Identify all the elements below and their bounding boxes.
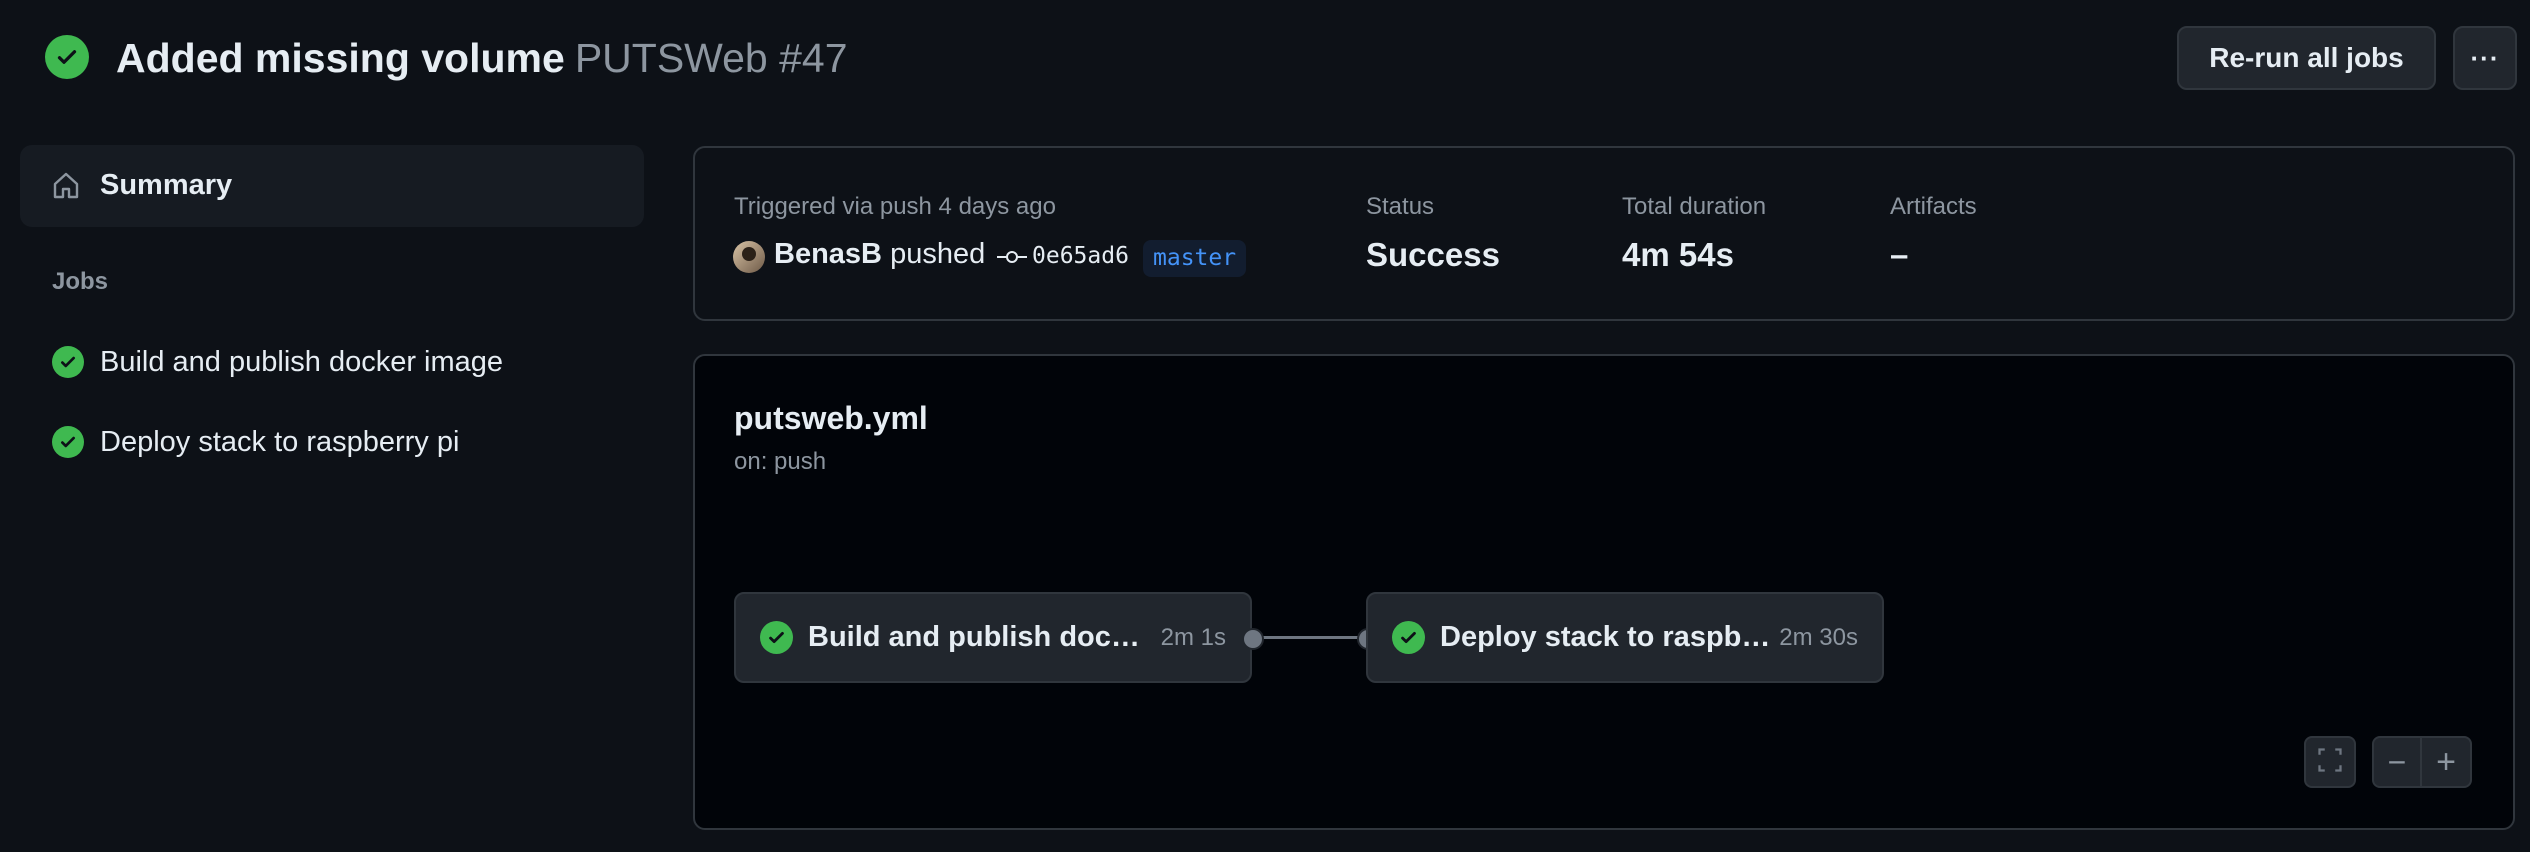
check-circle-icon: [760, 621, 793, 654]
run-title: Added missing volume: [116, 35, 565, 81]
sidebar-job-build[interactable]: Build and publish docker image: [20, 330, 644, 394]
zoom-out-icon: −: [2387, 744, 2407, 780]
jobs-heading: Jobs: [52, 268, 109, 295]
git-commit-icon: [997, 247, 1027, 272]
duration-value: 4m 54s: [1622, 236, 1734, 273]
sidebar-job-label: Deploy stack to raspberry pi: [100, 426, 460, 458]
graph-node-build[interactable]: Build and publish docker image 2m 1s: [734, 592, 1252, 683]
fullscreen-button[interactable]: [2304, 736, 2356, 788]
check-circle-icon: [52, 346, 84, 378]
push-action: pushed: [890, 238, 986, 270]
artifacts-label: Artifacts: [1890, 193, 1977, 220]
graph-node-duration: 2m 30s: [1779, 624, 1858, 651]
zoom-in-button[interactable]: +: [2420, 736, 2472, 788]
check-circle-icon: [52, 426, 84, 458]
workflow-file-name[interactable]: putsweb.yml: [734, 400, 928, 437]
sidebar-job-deploy[interactable]: Deploy stack to raspberry pi: [20, 410, 644, 474]
fullscreen-icon: [2316, 746, 2344, 779]
graph-node-duration: 2m 1s: [1160, 624, 1226, 651]
more-options-button[interactable]: ···: [2453, 26, 2517, 90]
home-icon: [50, 169, 82, 206]
sidebar-item-summary[interactable]: Summary: [20, 145, 644, 227]
graph-out-port: [1242, 628, 1264, 650]
status-label: Status: [1366, 193, 1435, 220]
triggered-text: Triggered via push 4 days ago: [734, 193, 1056, 220]
graph-node-deploy[interactable]: Deploy stack to raspberry pi 2m 30s: [1366, 592, 1884, 683]
status-value: Success: [1366, 236, 1500, 273]
pusher-text: BenasB pushed: [774, 238, 985, 271]
zoom-in-icon: +: [2436, 743, 2456, 781]
workflow-run-ref: PUTSWeb #47: [574, 35, 848, 81]
pusher-username[interactable]: BenasB: [774, 238, 882, 270]
kebab-horizontal-icon: ···: [2470, 42, 2500, 73]
branch-badge[interactable]: master: [1143, 240, 1247, 277]
page-title: Added missing volume PUTSWeb #47: [116, 28, 848, 88]
graph-node-name: Deploy stack to raspberry pi: [1440, 621, 1780, 653]
check-circle-icon: [1392, 621, 1425, 654]
zoom-out-button[interactable]: −: [2372, 736, 2422, 788]
sidebar-job-label: Build and publish docker image: [100, 346, 504, 378]
graph-connector: [1253, 636, 1367, 639]
avatar[interactable]: [733, 241, 765, 273]
artifacts-value: –: [1890, 236, 1909, 273]
commit-sha-link[interactable]: 0e65ad6: [1032, 243, 1129, 269]
duration-label: Total duration: [1622, 193, 1767, 220]
graph-node-name: Build and publish docker image: [808, 621, 1148, 653]
sidebar-item-label: Summary: [100, 169, 233, 201]
run-summary-card: [693, 146, 2515, 321]
run-success-icon: [45, 35, 89, 79]
workflow-trigger: on: push: [734, 448, 827, 475]
rerun-all-jobs-button[interactable]: Re-run all jobs: [2177, 26, 2436, 90]
